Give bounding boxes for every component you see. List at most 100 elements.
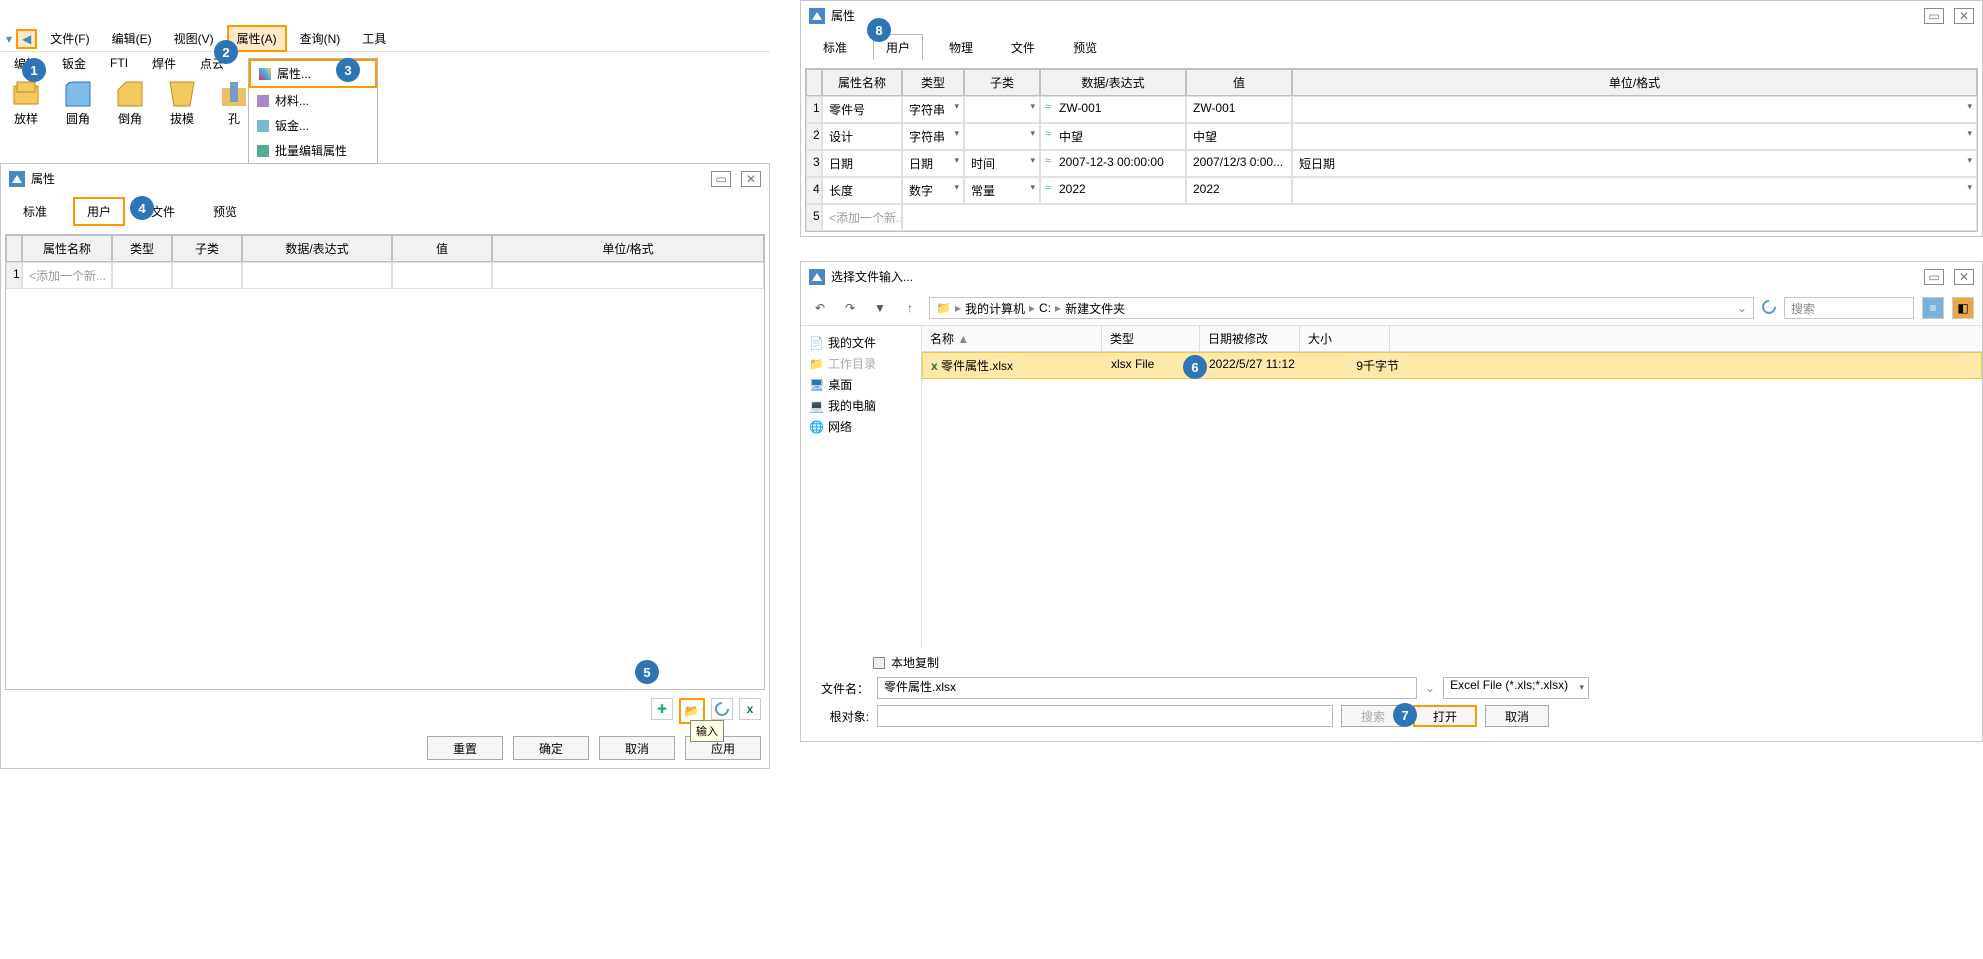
cell-type[interactable]: 字符串 <box>902 123 964 150</box>
dd-bulk[interactable]: 批量编辑属性 <box>249 138 377 163</box>
redo-icon[interactable]: ↷ <box>839 301 861 315</box>
cell-data[interactable]: 中望 <box>1040 123 1186 150</box>
cell-unit[interactable] <box>1292 123 1977 150</box>
add-attr-icon[interactable]: ✚ <box>651 698 673 720</box>
cell-unit[interactable]: 短日期 <box>1292 150 1977 177</box>
ok-button[interactable]: 确定 <box>513 736 589 760</box>
cell-sub[interactable]: 常量 <box>964 177 1040 204</box>
win-min-icon[interactable]: ▭ <box>1924 269 1944 285</box>
add-row-placeholder[interactable]: <添加一个新... <box>822 204 902 231</box>
ribbon-btn-draft[interactable]: 拔模 <box>162 78 202 127</box>
cell-sub[interactable] <box>964 123 1040 150</box>
tab-standard[interactable]: 标准 <box>11 199 59 224</box>
cell-name[interactable]: 零件号 <box>822 96 902 123</box>
col-type[interactable]: 类型 <box>112 235 172 262</box>
cancel-button[interactable]: 取消 <box>599 736 675 760</box>
local-copy-checkbox[interactable]: 本地复制 <box>813 654 1970 671</box>
dropdown-icon[interactable]: ⌄ <box>1425 681 1435 695</box>
cell-val[interactable]: 2007/12/3 0:00... <box>1186 150 1292 177</box>
reset-button[interactable]: 重置 <box>427 736 503 760</box>
view-list-icon[interactable]: ≡ <box>1922 297 1944 319</box>
breadcrumb[interactable]: 📁 ▸ 我的计算机 ▸ C: ▸ 新建文件夹 ⌄ <box>929 297 1754 319</box>
tree-myfiles[interactable]: 📄我的文件 <box>809 332 913 353</box>
filename-input[interactable]: 零件属性.xlsx <box>877 677 1417 699</box>
menu-query[interactable]: 查询(N) <box>291 26 350 51</box>
cancel-button[interactable]: 取消 <box>1485 705 1549 727</box>
search-input[interactable]: 搜索 <box>1784 297 1914 319</box>
refresh-icon[interactable] <box>1762 300 1776 317</box>
ribbon-tab[interactable]: 钣金 <box>56 53 92 74</box>
win-min-icon[interactable]: ▭ <box>1924 8 1944 24</box>
cell-name[interactable]: 长度 <box>822 177 902 204</box>
file-list[interactable]: 名称 ▲ 类型 日期被修改 大小 x 零件属性.xlsx xlsx File 2… <box>921 326 1982 646</box>
dropdown-icon[interactable]: ▼ <box>869 301 891 315</box>
cell-val[interactable]: 中望 <box>1186 123 1292 150</box>
cell-unit[interactable] <box>1292 96 1977 123</box>
cell-unit[interactable] <box>1292 177 1977 204</box>
app-dropdown-arrow[interactable]: ▾ <box>6 32 12 46</box>
col-type[interactable]: 类型 <box>902 69 964 96</box>
col-data[interactable]: 数据/表达式 <box>242 235 392 262</box>
cell-val[interactable]: ZW-001 <box>1186 96 1292 123</box>
tree-mypc[interactable]: 💻我的电脑 <box>809 395 913 416</box>
ribbon-tab[interactable]: 焊件 <box>146 53 182 74</box>
tab-standard[interactable]: 标准 <box>811 35 859 60</box>
menu-file[interactable]: 文件(F) <box>41 26 98 51</box>
menu-tool[interactable]: 工具 <box>353 26 395 51</box>
view-preview-icon[interactable]: ◧ <box>1952 297 1974 319</box>
nav-back-sel[interactable]: ◀ <box>16 29 37 49</box>
table-row[interactable]: 1零件号字符串ZW-001ZW-001 <box>806 96 1977 123</box>
col-unit[interactable]: 单位/格式 <box>1292 69 1977 96</box>
tab-file[interactable]: 文件 <box>999 35 1047 60</box>
win-close-icon[interactable]: ✕ <box>1954 8 1974 24</box>
col-sub[interactable]: 子类 <box>172 235 242 262</box>
cell-data[interactable]: 2022 <box>1040 177 1186 204</box>
cell-data[interactable]: ZW-001 <box>1040 96 1186 123</box>
ribbon-tab[interactable]: FTI <box>104 54 134 72</box>
tab-user[interactable]: 用户 <box>73 197 125 226</box>
cell-type[interactable]: 字符串 <box>902 96 964 123</box>
folder-tree[interactable]: 📄我的文件 📁工作目录 🖥桌面 💻我的电脑 🌐网络 <box>801 326 921 646</box>
cell-sub[interactable] <box>964 96 1040 123</box>
prop-grid[interactable]: 属性名称 类型 子类 数据/表达式 值 单位/格式 1 <添加一个新... <box>5 234 765 690</box>
prop-grid-filled[interactable]: 属性名称 类型 子类 数据/表达式 值 单位/格式 1零件号字符串ZW-001Z… <box>805 68 1978 232</box>
table-row[interactable]: 2设计字符串中望中望 <box>806 123 1977 150</box>
table-row[interactable]: 4长度数字常量20222022 <box>806 177 1977 204</box>
col-val[interactable]: 值 <box>392 235 492 262</box>
cell-data[interactable]: 2007-12-3 00:00:00 <box>1040 150 1186 177</box>
sync-icon[interactable] <box>711 698 733 720</box>
col-name[interactable]: 属性名称 <box>822 69 902 96</box>
root-input[interactable] <box>877 705 1333 727</box>
ribbon-btn-chamfer[interactable]: 倒角 <box>110 78 150 127</box>
dd-sheet[interactable]: 钣金... <box>249 113 377 138</box>
up-icon[interactable]: ↑ <box>899 301 921 315</box>
cell-name[interactable]: 日期 <box>822 150 902 177</box>
col-name[interactable]: 名称 ▲ <box>922 326 1102 351</box>
tab-physics[interactable]: 物理 <box>937 35 985 60</box>
col-type[interactable]: 类型 <box>1102 326 1200 351</box>
file-row-selected[interactable]: x 零件属性.xlsx xlsx File 2022/5/27 11:12 9千… <box>922 352 1982 379</box>
table-row[interactable]: 3日期日期时间2007-12-3 00:00:002007/12/3 0:00.… <box>806 150 1977 177</box>
cell-name[interactable]: 设计 <box>822 123 902 150</box>
add-row-placeholder[interactable]: <添加一个新... <box>22 262 112 289</box>
ribbon-btn-loft[interactable]: 放样 <box>6 78 46 127</box>
col-unit[interactable]: 单位/格式 <box>492 235 764 262</box>
cell-type[interactable]: 数字 <box>902 177 964 204</box>
col-date[interactable]: 日期被修改 <box>1200 326 1300 351</box>
tree-network[interactable]: 🌐网络 <box>809 416 913 437</box>
dd-material[interactable]: 材料... <box>249 88 377 113</box>
excel-icon[interactable]: x <box>739 698 761 720</box>
file-filter-dropdown[interactable]: Excel File (*.xls;*.xlsx) <box>1443 677 1589 699</box>
col-sub[interactable]: 子类 <box>964 69 1040 96</box>
col-name[interactable]: 属性名称 <box>22 235 112 262</box>
cell-type[interactable]: 日期 <box>902 150 964 177</box>
col-val[interactable]: 值 <box>1186 69 1292 96</box>
win-close-icon[interactable]: ✕ <box>1954 269 1974 285</box>
tab-preview[interactable]: 预览 <box>1061 35 1109 60</box>
win-close-icon[interactable]: ✕ <box>741 171 761 187</box>
ribbon-btn-fillet[interactable]: 圆角 <box>58 78 98 127</box>
col-size[interactable]: 大小 <box>1300 326 1390 351</box>
cell-sub[interactable]: 时间 <box>964 150 1040 177</box>
cell-val[interactable]: 2022 <box>1186 177 1292 204</box>
col-data[interactable]: 数据/表达式 <box>1040 69 1186 96</box>
